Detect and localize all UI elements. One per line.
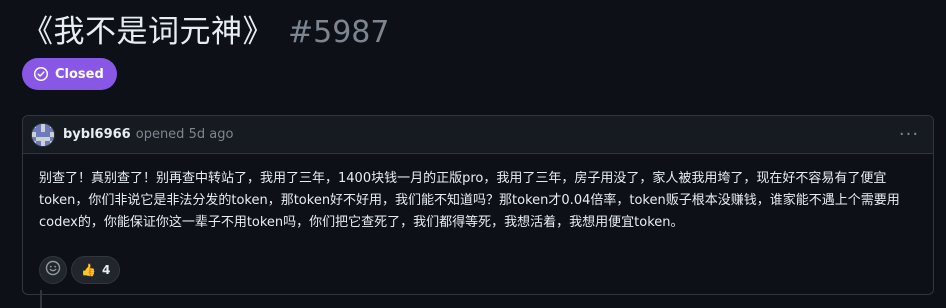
comment-body: 别查了！真别查了！别再查中转站了，我用了三年，1400块钱一月的正版pro，我用… (39, 171, 900, 230)
avatar[interactable] (31, 122, 55, 147)
comment-author-link[interactable]: bybl6966 (63, 127, 131, 142)
thumbs-up-emoji: 👍 (81, 263, 96, 277)
issue-comment: bybl6966 opened 5d ago ··· 别查了！真别查了！别再查中… (22, 115, 934, 295)
comment-more-options-button[interactable]: ··· (895, 123, 923, 147)
timeline-connector (40, 290, 42, 308)
kebab-menu-icon: ··· (898, 124, 920, 145)
issue-state-label: Closed (55, 66, 104, 82)
check-circle-icon (33, 66, 49, 82)
reaction-thumbs-up-button[interactable]: 👍 4 (71, 256, 121, 284)
smiley-icon (45, 260, 61, 280)
comment-action: opened (135, 127, 185, 142)
reaction-count: 4 (101, 263, 111, 277)
issue-page: 《我不是词元神》 #5987 Closed bybl6966 opened 5d… (0, 0, 946, 308)
comment-timestamp-link[interactable]: 5d ago (189, 127, 234, 142)
issue-title-row: 《我不是词元神》 #5987 (22, 6, 389, 51)
issue-number: #5987 (288, 15, 390, 50)
add-reaction-button[interactable] (39, 256, 67, 284)
comment-header: bybl6966 opened 5d ago ··· (23, 116, 933, 154)
issue-title: 《我不是词元神》 (22, 14, 274, 50)
issue-state-badge[interactable]: Closed (22, 58, 117, 90)
reactions-bar: 👍 4 (39, 256, 121, 284)
